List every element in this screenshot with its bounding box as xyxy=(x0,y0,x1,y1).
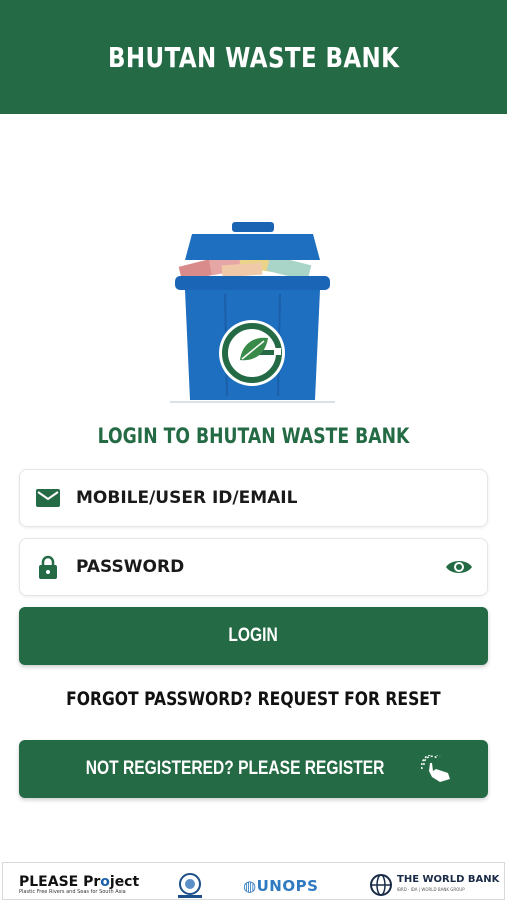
user-id-input[interactable] xyxy=(76,470,487,526)
lock-icon xyxy=(20,539,76,595)
password-field[interactable] xyxy=(19,538,488,596)
user-id-field[interactable] xyxy=(19,469,488,527)
register-button-label: NOT REGISTERED? PLEASE REGISTER xyxy=(86,758,385,779)
register-button[interactable]: NOT REGISTERED? PLEASE REGISTER xyxy=(19,740,488,798)
email-icon xyxy=(20,470,76,526)
partner-logos-bar: PLEASE Project Plastic Free Rivers and S… xyxy=(2,862,505,900)
password-input[interactable] xyxy=(76,539,431,595)
login-button-label: LOGIN xyxy=(228,625,279,646)
waste-bin-logo xyxy=(170,222,335,403)
unops-logo: ◍UNOPS xyxy=(243,877,319,895)
partner-emblem-logo xyxy=(178,873,202,898)
login-button[interactable]: LOGIN xyxy=(19,607,488,665)
please-project-logo: PLEASE Project Plastic Free Rivers and S… xyxy=(19,874,140,895)
world-bank-globe-icon xyxy=(370,874,392,896)
forgot-password-link[interactable]: FORGOT PASSWORD? REQUEST FOR RESET xyxy=(0,688,507,710)
app-header: BHUTAN WASTE BANK xyxy=(0,0,507,114)
login-heading: LOGIN TO BHUTAN WASTE BANK xyxy=(97,424,410,448)
tap-hand-icon xyxy=(420,755,454,783)
app-title: BHUTAN WASTE BANK xyxy=(107,40,400,74)
forgot-password-label: FORGOT PASSWORD? REQUEST FOR RESET xyxy=(66,688,441,710)
un-globe-icon: ◍ xyxy=(243,877,257,895)
world-bank-logo: THE WORLD BANK IBRD · IDA | WORLD BANK G… xyxy=(369,873,499,897)
eye-icon[interactable] xyxy=(431,539,487,595)
